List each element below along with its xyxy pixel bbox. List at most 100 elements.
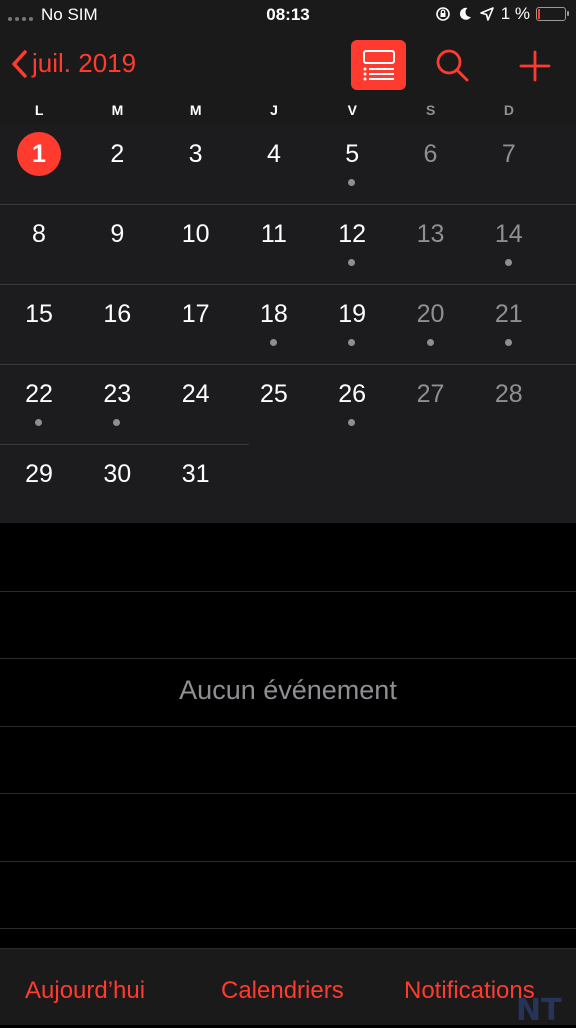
weekday-label: J xyxy=(270,102,278,118)
chevron-left-icon xyxy=(12,49,27,78)
day-cell[interactable]: 26 xyxy=(313,365,391,445)
day-cell[interactable]: 24 xyxy=(157,365,235,445)
event-dot-icon xyxy=(113,419,121,426)
day-number: 3 xyxy=(188,140,203,168)
day-number: 21 xyxy=(494,300,523,328)
add-event-button[interactable] xyxy=(515,46,555,86)
event-dot-icon xyxy=(269,339,277,346)
day-cell[interactable]: 27 xyxy=(392,365,470,445)
calendar-header: juil. 2019 L M M J V S D xyxy=(0,30,576,126)
month-grid: 1 2 3 4 5 6 7 8 9 10 11 12 13 14 15 16 17 18 19 20 21 22 23 24 2… xyxy=(0,125,576,523)
day-cell[interactable]: 31 xyxy=(157,445,235,525)
day-cell[interactable]: 3 xyxy=(157,125,235,205)
calendars-button[interactable]: Calendriers xyxy=(221,977,344,1005)
day-number: 29 xyxy=(25,460,53,488)
divider xyxy=(0,658,576,659)
day-cell[interactable]: 23 xyxy=(78,365,156,445)
day-number: 7 xyxy=(501,140,516,168)
watermark-logo: NT xyxy=(516,993,562,1028)
day-number: 17 xyxy=(181,300,210,328)
no-events-message: Aucun événement xyxy=(179,675,397,705)
divider xyxy=(0,793,576,794)
event-dot-icon xyxy=(426,339,434,346)
day-number: 27 xyxy=(416,380,445,408)
day-cell[interactable]: 28 xyxy=(470,365,548,445)
event-dot-icon xyxy=(348,419,356,426)
day-cell[interactable]: 18 xyxy=(235,285,313,365)
month-label: juil. 2019 xyxy=(32,48,137,78)
day-cell[interactable]: 2 xyxy=(78,125,156,205)
day-number: 24 xyxy=(181,380,210,408)
moon-icon xyxy=(459,7,471,20)
week-row: 1 2 3 4 5 6 7 xyxy=(0,125,576,205)
day-cell[interactable]: 21 xyxy=(470,285,548,365)
day-number: 9 xyxy=(110,220,125,248)
event-dot-icon xyxy=(504,339,512,346)
day-cell[interactable]: 20 xyxy=(392,285,470,365)
day-number: 28 xyxy=(494,380,523,408)
day-number: 4 xyxy=(266,140,281,168)
back-to-month-button[interactable]: juil. 2019 xyxy=(10,48,136,79)
day-number: 11 xyxy=(260,220,287,248)
day-cell[interactable]: 7 xyxy=(470,125,548,205)
day-cell[interactable]: 1 xyxy=(0,125,78,205)
divider xyxy=(0,591,576,592)
status-bar: No SIM 08:13 1 % xyxy=(0,0,576,30)
day-number: 25 xyxy=(259,380,288,408)
weekday-label: D xyxy=(503,102,514,118)
day-cell[interactable]: 30 xyxy=(78,445,156,525)
rotation-lock-icon xyxy=(435,7,450,21)
day-number: 26 xyxy=(338,380,367,408)
day-cell[interactable]: 10 xyxy=(157,205,235,285)
day-number: 31 xyxy=(181,460,210,488)
day-cell[interactable]: 25 xyxy=(235,365,313,445)
day-cell[interactable]: 22 xyxy=(0,365,78,445)
plus-icon xyxy=(519,50,551,82)
divider xyxy=(0,928,576,929)
event-list: Aucun événement xyxy=(0,523,576,948)
day-cell[interactable]: 14 xyxy=(470,205,548,285)
day-cell[interactable]: 12 xyxy=(313,205,391,285)
day-cell[interactable]: 15 xyxy=(0,285,78,365)
list-view-icon xyxy=(362,50,395,81)
day-number: 18 xyxy=(259,300,288,328)
day-number: 22 xyxy=(25,380,53,408)
day-number: 23 xyxy=(103,380,132,408)
weekday-label: M xyxy=(189,102,202,118)
day-cell[interactable]: 16 xyxy=(78,285,156,365)
week-row: 29 30 31 xyxy=(0,445,576,525)
day-cell[interactable]: 29 xyxy=(0,445,78,525)
day-number: 14 xyxy=(494,220,523,248)
week-row: 15 16 17 18 19 20 21 xyxy=(0,285,576,365)
day-cell[interactable]: 11 xyxy=(235,205,313,285)
day-cell[interactable]: 19 xyxy=(313,285,391,365)
week-row: 8 9 10 11 12 13 14 xyxy=(0,205,576,285)
list-view-toggle-button[interactable] xyxy=(351,40,406,90)
battery-percent: 1 % xyxy=(500,4,530,23)
day-number: 15 xyxy=(25,300,53,328)
location-arrow-icon xyxy=(479,7,494,21)
weekday-header: L M M J V S D xyxy=(0,102,576,124)
day-number: 12 xyxy=(338,220,367,248)
day-cell[interactable]: 5 xyxy=(313,125,391,205)
day-number: 10 xyxy=(181,220,210,248)
day-number: 20 xyxy=(416,300,445,328)
day-cell[interactable]: 4 xyxy=(235,125,313,205)
today-button[interactable]: Aujourd’hui xyxy=(25,977,145,1005)
event-dot-icon xyxy=(348,179,356,186)
weekday-label: M xyxy=(111,102,124,118)
day-number: 16 xyxy=(103,300,132,328)
day-cell[interactable]: 13 xyxy=(392,205,470,285)
today-day-number: 1 xyxy=(17,132,61,176)
event-dot-icon xyxy=(504,259,512,266)
day-cell[interactable]: 6 xyxy=(392,125,470,205)
day-number: 19 xyxy=(338,300,367,328)
event-dot-icon xyxy=(348,259,356,266)
search-button[interactable] xyxy=(432,46,472,86)
day-number: 8 xyxy=(32,220,46,248)
tab-bar: Aujourd’hui Calendriers Notifications NT xyxy=(0,948,576,1028)
day-cell[interactable]: 8 xyxy=(0,205,78,285)
battery-icon xyxy=(536,7,569,21)
day-cell[interactable]: 9 xyxy=(78,205,156,285)
day-cell[interactable]: 17 xyxy=(157,285,235,365)
